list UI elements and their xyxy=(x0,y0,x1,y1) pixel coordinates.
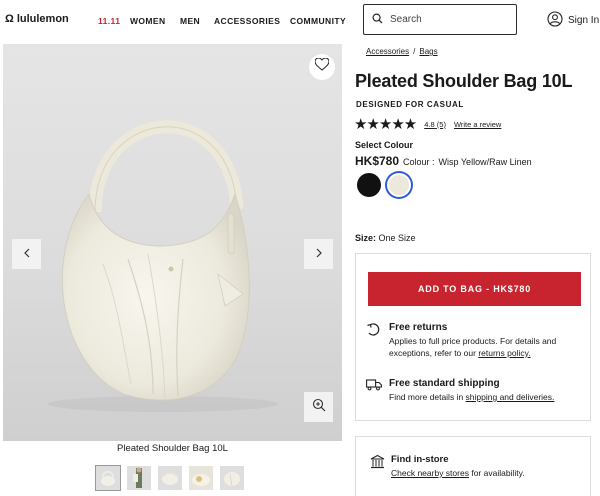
price-colour-row: HK$780 Colour : Wisp Yellow/Raw Linen xyxy=(355,154,532,168)
logo[interactable]: Ω lululemon xyxy=(5,13,69,25)
lululemon-logo-icon: Ω xyxy=(5,13,14,25)
breadcrumb-accessories[interactable]: Accessories xyxy=(366,47,409,56)
thumbnail-1[interactable] xyxy=(95,465,121,491)
shipping-link[interactable]: shipping and deliveries. xyxy=(466,392,555,402)
breadcrumb-separator: / xyxy=(413,47,416,56)
star-rating[interactable]: ★★★★★ xyxy=(354,115,417,133)
search-icon xyxy=(372,11,383,29)
free-returns-title: Free returns xyxy=(389,322,448,333)
user-icon xyxy=(547,11,563,30)
size-info: Size: One Size xyxy=(355,233,416,243)
rating-value[interactable]: 4.8 (5) xyxy=(424,120,446,129)
search-input[interactable] xyxy=(390,14,510,25)
chevron-right-icon xyxy=(315,245,323,263)
truck-icon xyxy=(366,378,382,404)
product-title: Pleated Shoulder Bag 10L xyxy=(355,71,573,91)
returns-policy-link[interactable]: returns policy. xyxy=(478,348,530,358)
next-image-button[interactable] xyxy=(304,239,333,269)
nav-1111[interactable]: 11.11 xyxy=(98,16,120,26)
free-shipping-title: Free standard shipping xyxy=(389,378,500,389)
select-colour-label: Select Colour xyxy=(355,140,414,150)
search-box[interactable] xyxy=(363,4,517,35)
purchase-box: ADD TO BAG - HK$780 Free returns Applies… xyxy=(355,253,591,421)
thumbnail-strip xyxy=(95,465,244,491)
nav-community[interactable]: COMMUNITY xyxy=(290,16,346,26)
swatch-wisp-yellow-raw-linen[interactable] xyxy=(387,173,411,197)
availability-text: for availability. xyxy=(471,468,525,478)
nav-women[interactable]: WOMEN xyxy=(130,16,166,26)
write-review-link[interactable]: Write a review xyxy=(454,120,501,129)
return-arrow-icon xyxy=(366,322,382,360)
size-value: One Size xyxy=(378,233,416,243)
logo-text: lululemon xyxy=(16,13,69,25)
chevron-left-icon xyxy=(23,245,31,263)
price: HK$780 xyxy=(355,154,400,168)
store-icon xyxy=(370,454,385,478)
add-to-bag-button[interactable]: ADD TO BAG - HK$780 xyxy=(368,272,581,306)
rating-row: ★★★★★ 4.8 (5) Write a review xyxy=(354,115,501,133)
image-caption: Pleated Shoulder Bag 10L xyxy=(117,443,228,454)
find-in-store-title: Find in-store xyxy=(391,454,449,465)
previous-image-button[interactable] xyxy=(12,239,41,269)
product-image xyxy=(3,44,342,441)
colour-swatches xyxy=(357,173,411,197)
product-subtitle: DESIGNED FOR CASUAL xyxy=(356,100,464,109)
size-label: Size: xyxy=(355,233,377,243)
wishlist-button[interactable] xyxy=(309,54,335,80)
breadcrumb-bags[interactable]: Bags xyxy=(419,47,437,56)
site-header: Ω lululemon 11.11 WOMEN MEN ACCESSORIES … xyxy=(0,0,600,44)
sign-in-label: Sign In xyxy=(568,15,600,26)
nav-men[interactable]: MEN xyxy=(180,16,200,26)
sign-in-link[interactable]: Sign In xyxy=(547,11,599,30)
thumbnail-2[interactable] xyxy=(127,466,151,490)
zoom-button[interactable] xyxy=(304,392,333,422)
find-in-store: Find in-store Check nearby stores for av… xyxy=(370,454,525,478)
free-shipping-text: Find more details in xyxy=(389,392,464,402)
swatch-black[interactable] xyxy=(357,173,381,197)
free-returns-text: Applies to full price products. For deta… xyxy=(389,336,557,358)
check-stores-link[interactable]: Check nearby stores xyxy=(391,468,469,478)
breadcrumb: Accessories / Bags xyxy=(366,47,438,56)
bag-illustration xyxy=(48,120,278,412)
heart-icon xyxy=(314,57,330,76)
zoom-in-icon xyxy=(312,398,326,417)
colour-value: Wisp Yellow/Raw Linen xyxy=(438,157,532,167)
free-returns-info: Free returns Applies to full price produ… xyxy=(366,322,589,360)
thumbnail-3[interactable] xyxy=(158,466,182,490)
thumbnail-4[interactable] xyxy=(189,466,213,490)
free-shipping-info: Free standard shipping Find more details… xyxy=(366,378,589,404)
find-in-store-box: Find in-store Check nearby stores for av… xyxy=(355,436,591,496)
nav-accessories[interactable]: ACCESSORIES xyxy=(214,16,280,26)
colour-label: Colour : xyxy=(403,157,435,167)
thumbnail-5[interactable] xyxy=(220,466,244,490)
